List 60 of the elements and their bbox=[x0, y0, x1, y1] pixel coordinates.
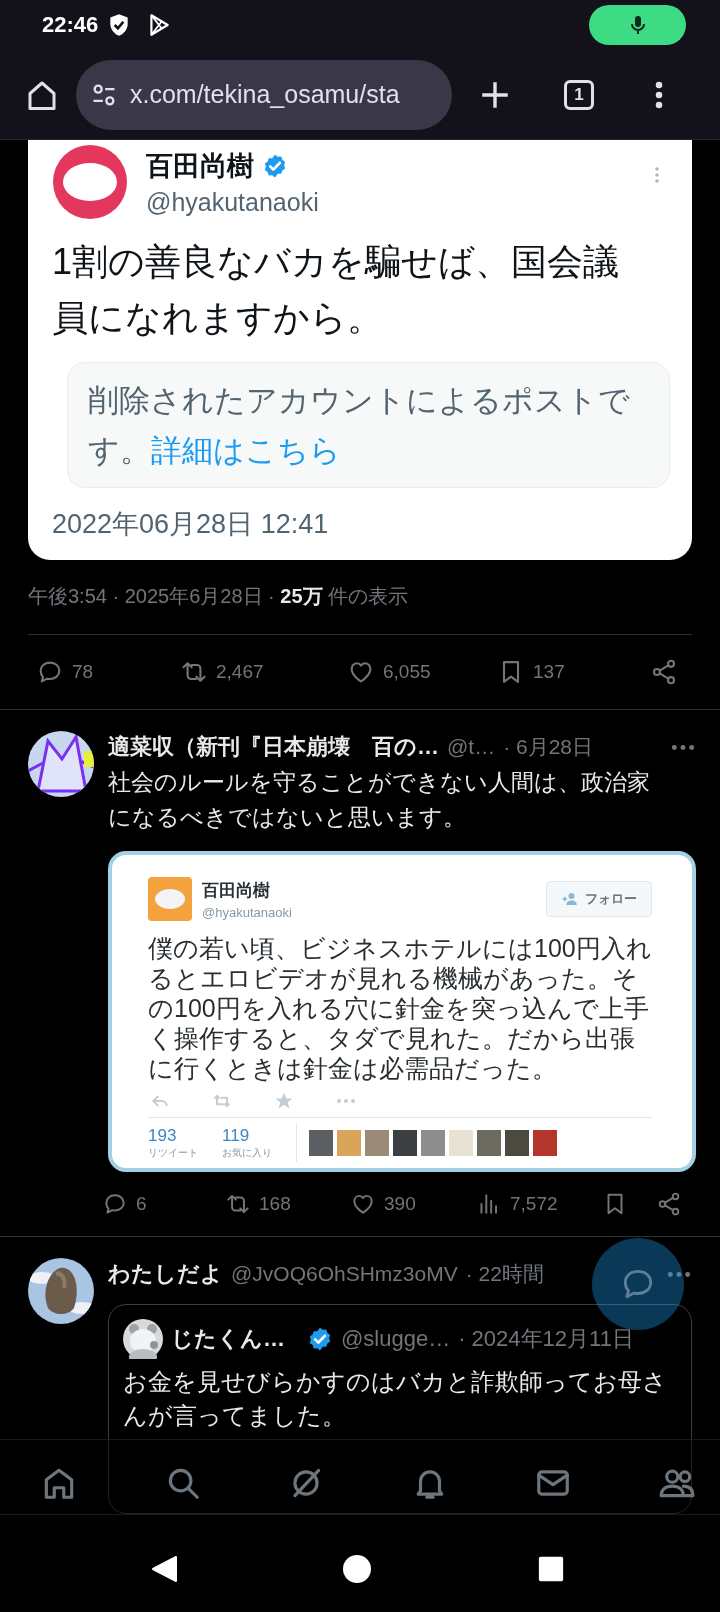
bookmark-button[interactable]: 137 bbox=[497, 658, 650, 686]
like-button[interactable]: 6,055 bbox=[347, 658, 497, 686]
more-icon[interactable] bbox=[666, 1270, 692, 1279]
tweet-text-line: く操作すると、タダで見れた。だから出張 bbox=[148, 1023, 636, 1053]
repost-button[interactable]: 168 bbox=[225, 1191, 350, 1217]
tweet-text-line: るとエロビデオが見れる機械があった。そ bbox=[148, 963, 639, 993]
tab-switcher-button[interactable]: 1 bbox=[564, 79, 594, 110]
reply-button[interactable]: 78 bbox=[36, 658, 180, 686]
author-handle: @hyakutanaoki bbox=[146, 187, 319, 217]
quoted-text: お金を見せびらかすのはバカと詐欺師ってお母さんが言ってました。 bbox=[123, 1367, 668, 1431]
post-text: 社会のルールを守ることができない人間は、政治家になるべきではないと思います。 bbox=[108, 768, 651, 832]
avatar-icon bbox=[148, 877, 192, 921]
views-button[interactable]: 7,572 bbox=[476, 1191, 602, 1217]
tweet-text-line: に行くときは針金は必需品だった。 bbox=[148, 1053, 558, 1083]
more-icon bbox=[654, 164, 660, 186]
add-person-icon bbox=[560, 890, 579, 908]
share-icon bbox=[656, 1191, 682, 1217]
home-circle-icon[interactable] bbox=[342, 1553, 372, 1584]
author-name: 百田尚樹 bbox=[146, 149, 254, 183]
post-text-line: 1割の善良なバカを騙せば、国会議 bbox=[52, 240, 621, 284]
menu-icon[interactable] bbox=[654, 79, 664, 110]
author-name: じたくん… bbox=[171, 1325, 285, 1353]
post-meta: 午後3:54 · 2025年6月28日 · 25万 件の表示 bbox=[28, 584, 410, 609]
star-icon bbox=[274, 1091, 294, 1111]
stat-label: お気に入り bbox=[222, 1146, 273, 1160]
post-date: 2022年06月28日 12:41 bbox=[52, 508, 330, 541]
post-time: · 6月28日 bbox=[503, 734, 594, 760]
reply-button[interactable]: 6 bbox=[102, 1191, 225, 1217]
back-icon[interactable] bbox=[150, 1553, 180, 1584]
avatar-icon bbox=[52, 144, 128, 220]
share-button[interactable] bbox=[656, 1191, 682, 1217]
post-time: · 22時間 bbox=[465, 1261, 544, 1287]
post-time: · 2024年12月11日 bbox=[458, 1325, 634, 1353]
author-handle: @t… bbox=[447, 735, 496, 759]
stat-label: リツイート bbox=[148, 1146, 199, 1160]
details-link[interactable]: 詳細はこちら bbox=[151, 433, 341, 467]
tweet-text-line: 僕の若い頃、ビジネスホテルには100円入れ bbox=[148, 933, 652, 963]
author-handle: @hyakutanaoki bbox=[202, 904, 292, 920]
address-bar[interactable]: x.com/tekina_osamu/sta bbox=[76, 59, 452, 130]
more-icon bbox=[336, 1098, 356, 1104]
author-name: わたしだよ bbox=[108, 1260, 223, 1288]
clock-time: 22:46 bbox=[42, 12, 99, 38]
notice-text: 削除されたアカウントによるポストです。詳細はこちら bbox=[88, 382, 631, 469]
author-name: 適菜収（新刊『日本崩壊 百の… bbox=[108, 733, 439, 761]
author-handle: @JvOQ6OhSHmz3oMV bbox=[231, 1262, 458, 1286]
repost-button[interactable]: 2,467 bbox=[180, 658, 347, 686]
more-icon[interactable] bbox=[669, 743, 696, 752]
stat-count: 193 bbox=[148, 1126, 178, 1146]
stat-count: 119 bbox=[222, 1126, 251, 1146]
quoted-post[interactable]: じたくん… @slugge… · 2024年12月11日 お金を見せびらかすのはバカと詐欺師ってお母さんが言ってました。 bbox=[108, 1304, 692, 1514]
tweet-text-line: の100円を入れる穴に針金を突っ込んで上手 bbox=[148, 993, 650, 1023]
speech-bubble-icon bbox=[102, 1191, 128, 1217]
recents-icon[interactable] bbox=[538, 1555, 564, 1582]
url-text[interactable]: x.com/tekina_osamu/sta bbox=[130, 80, 400, 109]
author-name: 百田尚樹 bbox=[202, 879, 271, 902]
like-button[interactable]: 390 bbox=[350, 1191, 476, 1217]
share-icon bbox=[650, 658, 678, 686]
post-text-line: 員になれますから。 bbox=[52, 296, 384, 340]
author-handle: @slugge… bbox=[341, 1326, 451, 1352]
share-button[interactable] bbox=[650, 658, 678, 686]
